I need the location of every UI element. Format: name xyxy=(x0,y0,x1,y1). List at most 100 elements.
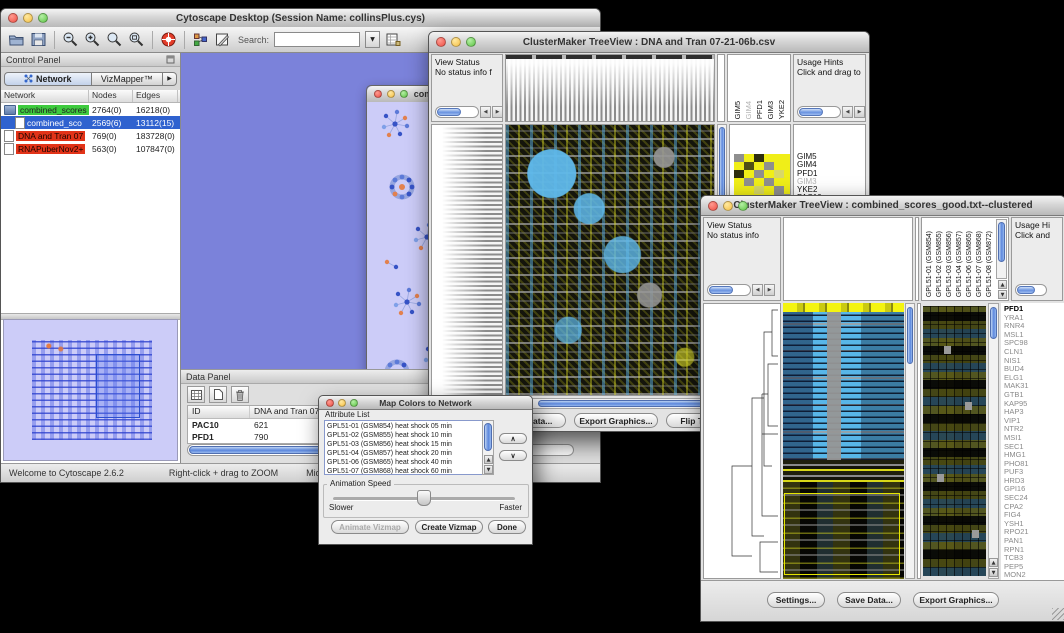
network-nodes-icon[interactable] xyxy=(192,31,209,48)
matrix-cell[interactable] xyxy=(734,162,744,170)
annotation-icon[interactable] xyxy=(214,31,231,48)
scrollbar-thumb[interactable] xyxy=(990,307,997,339)
scroll-thumb[interactable] xyxy=(799,108,823,116)
scroll-right-icon[interactable]: ▶ xyxy=(492,106,503,118)
matrix-cell[interactable] xyxy=(744,162,754,170)
attribute-list-item[interactable]: GPL51-06 (GSM865) heat shock 40 min xyxy=(327,458,493,467)
minimize-icon[interactable] xyxy=(387,90,395,98)
close-icon[interactable] xyxy=(374,90,382,98)
matrix-cell[interactable] xyxy=(774,170,784,178)
minimize-icon[interactable] xyxy=(338,399,346,407)
zoom-in-icon[interactable] xyxy=(84,31,101,48)
scroll-down-icon[interactable]: ▼ xyxy=(989,568,998,577)
done-button[interactable]: Done xyxy=(488,520,526,534)
search-input[interactable] xyxy=(274,32,360,47)
column-label[interactable]: GIM5 xyxy=(733,101,742,119)
tv1-hscrollbar[interactable] xyxy=(505,398,715,409)
scroll-right-icon[interactable]: ▶ xyxy=(854,106,865,118)
column-label[interactable]: GPL51-08 (GSM872) xyxy=(985,231,994,297)
scroll-track[interactable] xyxy=(707,284,751,296)
attribute-list-item[interactable]: GPL51-01 (GSM854) heat shock 05 min xyxy=(327,422,493,431)
matrix-cell[interactable] xyxy=(744,178,754,186)
settings-button[interactable]: Settings... xyxy=(767,592,825,608)
scroll-up-icon[interactable]: ▲ xyxy=(998,280,1007,289)
col-nodes[interactable]: Nodes xyxy=(89,90,133,102)
tv2-row-dendrogram[interactable] xyxy=(703,303,781,579)
close-icon[interactable] xyxy=(436,37,446,47)
col-edges[interactable]: Edges xyxy=(133,90,178,102)
treeview1-titlebar[interactable]: ClusterMaker TreeView : DNA and Tran 07-… xyxy=(429,32,869,53)
search-dropdown-icon[interactable]: ▼ xyxy=(365,31,380,48)
col-id[interactable]: ID xyxy=(188,406,250,418)
zoom-fit-icon[interactable] xyxy=(128,31,145,48)
resize-grip[interactable] xyxy=(1052,608,1064,620)
column-label[interactable]: GPL51-02 (GSM855) xyxy=(935,231,944,297)
help-lifering-icon[interactable] xyxy=(160,31,177,48)
scroll-track[interactable] xyxy=(435,106,479,118)
network-row-rnapuber[interactable]: RNAPuberNov2+ 563(0) 107847(0) xyxy=(1,142,180,155)
heatmap-selection-rect[interactable] xyxy=(784,493,900,575)
export-graphics-button[interactable]: Export Graphics... xyxy=(574,413,658,428)
birdseye-overview[interactable] xyxy=(3,319,178,461)
column-label[interactable]: GPL51-03 (GSM856) xyxy=(945,231,954,297)
matrix-cell[interactable] xyxy=(754,178,764,186)
column-label[interactable]: GIM4 xyxy=(744,101,753,119)
tv2-vscrollbar[interactable] xyxy=(905,303,915,579)
matrix-cell[interactable] xyxy=(734,154,744,162)
move-down-button[interactable]: ∨ xyxy=(499,450,527,461)
main-window-titlebar[interactable]: Cytoscape Desktop (Session Name: collins… xyxy=(1,9,600,28)
matrix-cell[interactable] xyxy=(764,186,774,194)
scroll-up-icon[interactable]: ▲ xyxy=(989,558,998,567)
overview-viewport-rect[interactable] xyxy=(96,354,140,418)
column-label[interactable]: GPL51-01 (GSM854) xyxy=(925,231,934,297)
float-panel-icon[interactable] xyxy=(166,55,175,64)
tv1-heatmap[interactable] xyxy=(505,124,715,396)
scrollbar-thumb[interactable] xyxy=(538,400,705,407)
column-label[interactable]: GPL51-07 (GSM868) xyxy=(975,231,984,297)
column-label[interactable]: GPL51-04 (GSM857) xyxy=(955,231,964,297)
tab-network[interactable]: Network xyxy=(4,72,92,86)
export-graphics-button[interactable]: Export Graphics... xyxy=(913,592,999,608)
matrix-cell[interactable] xyxy=(754,186,764,194)
save-data-button[interactable]: Save Data... xyxy=(837,592,901,608)
scroll-right-icon[interactable]: ▶ xyxy=(764,284,775,296)
scrollbar-thumb[interactable] xyxy=(998,222,1005,262)
scroll-down-icon[interactable]: ▼ xyxy=(998,290,1007,299)
attribute-list-item[interactable]: GPL51-03 (GSM856) heat shock 15 min xyxy=(327,440,493,449)
matrix-cell[interactable] xyxy=(744,154,754,162)
tv2-collabel-scrollbar[interactable] xyxy=(996,219,1007,279)
treeview2-titlebar[interactable]: ClusterMaker TreeView : combined_scores_… xyxy=(701,196,1064,216)
network-row-dna-tran[interactable]: DNA and Tran 07 769(0) 183728(0) xyxy=(1,129,180,142)
close-icon[interactable] xyxy=(8,13,18,23)
close-icon[interactable] xyxy=(326,399,334,407)
attribute-list-item[interactable]: GPL51-07 (GSM868) heat shock 60 min xyxy=(327,467,493,475)
zoom-scroll-widget[interactable]: ◀ ▶ xyxy=(435,106,503,118)
network-row-combined-scores[interactable]: combined_scores 2764(0) 16218(0) xyxy=(1,103,180,116)
matrix-cell[interactable] xyxy=(764,170,774,178)
delete-attribute-icon[interactable] xyxy=(231,386,249,403)
scroll-left-icon[interactable]: ◀ xyxy=(480,106,491,118)
minimize-icon[interactable] xyxy=(451,37,461,47)
animation-speed-slider-thumb[interactable] xyxy=(417,490,431,506)
scroll-up-icon[interactable]: ▲ xyxy=(484,455,493,464)
matrix-cell[interactable] xyxy=(774,154,784,162)
zoom-window-icon[interactable] xyxy=(38,13,48,23)
column-label[interactable]: GPL51-06 (GSM865) xyxy=(965,231,974,297)
move-up-button[interactable]: ∧ xyxy=(499,433,527,444)
zoom-out-icon[interactable] xyxy=(62,31,79,48)
tv2-column-dendrogram[interactable] xyxy=(783,217,913,301)
import-table-icon[interactable] xyxy=(385,31,402,48)
scroll-track[interactable] xyxy=(1015,284,1047,296)
network-row-combined-sco-selected[interactable]: combined_sco 2569(6) 13112(15) xyxy=(1,116,180,129)
select-attributes-icon[interactable] xyxy=(187,386,205,403)
attribute-list-item[interactable]: GPL51-02 (GSM855) heat shock 10 min xyxy=(327,431,493,440)
matrix-cell[interactable] xyxy=(774,178,784,186)
matrix-cell[interactable] xyxy=(764,154,774,162)
minimize-icon[interactable] xyxy=(23,13,33,23)
scroll-thumb[interactable] xyxy=(437,108,461,116)
matrix-cell[interactable] xyxy=(734,186,744,194)
new-attribute-icon[interactable] xyxy=(209,386,227,403)
matrix-cell[interactable] xyxy=(744,186,754,194)
zoom-scroll-widget[interactable] xyxy=(1015,284,1047,296)
scroll-track[interactable] xyxy=(797,106,841,118)
